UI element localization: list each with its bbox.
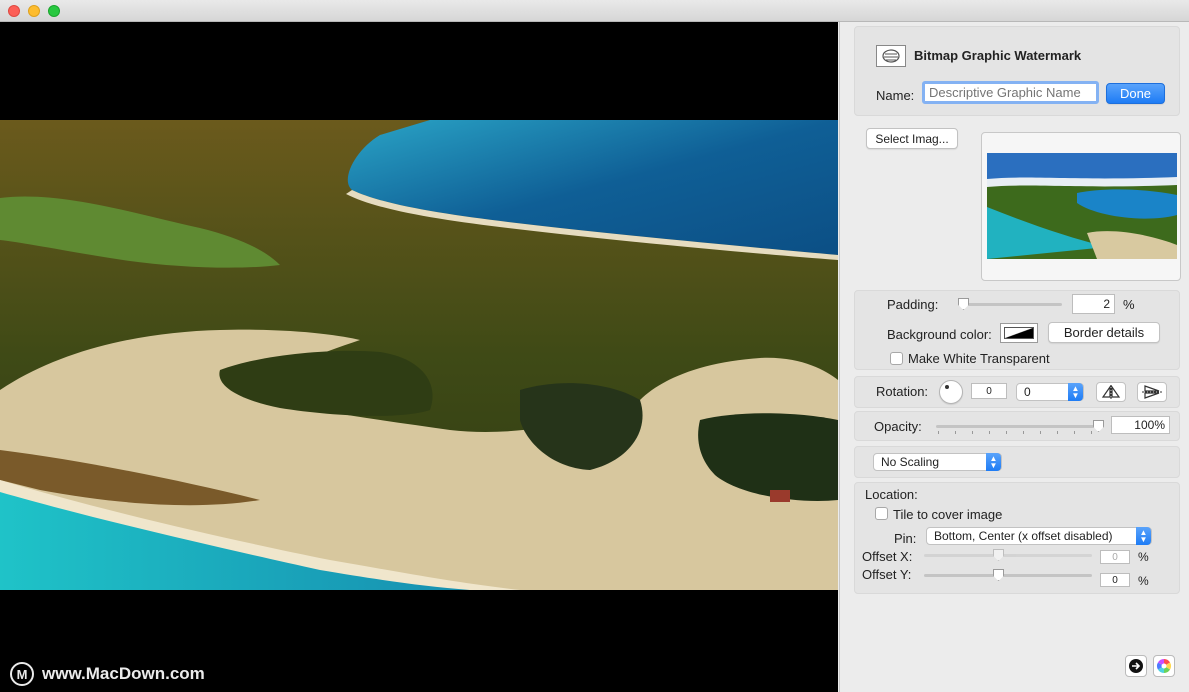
padding-slider[interactable]: [958, 298, 1062, 312]
macdown-logo-icon: M: [10, 662, 34, 686]
scaling-popup-value: No Scaling: [881, 455, 940, 469]
image-group: Select Imag...: [854, 126, 1181, 284]
inspector-panel: Bitmap Graphic Watermark Name: Done Sele…: [839, 22, 1189, 692]
graphic-name-input[interactable]: [922, 81, 1099, 104]
pin-popup-value: Bottom, Center (x offset disabled): [934, 529, 1113, 543]
opacity-label: Opacity:: [874, 419, 922, 434]
padding-slider-thumb[interactable]: [958, 298, 969, 310]
minimize-window-button[interactable]: [28, 5, 40, 17]
tile-to-cover-label: Tile to cover image: [893, 507, 1003, 522]
close-window-button[interactable]: [8, 5, 20, 17]
padding-group: Padding: 2 % Background color: Border de…: [854, 290, 1180, 370]
offset-x-slider[interactable]: [924, 549, 1092, 563]
padding-label: Padding:: [887, 297, 939, 312]
opacity-group: Opacity: 100%: [854, 411, 1180, 441]
flip-vertical-button[interactable]: [1137, 382, 1167, 402]
offset-y-field[interactable]: 0: [1100, 573, 1130, 587]
next-button[interactable]: [1125, 655, 1147, 677]
done-button[interactable]: Done: [1106, 83, 1165, 104]
flip-vertical-icon: [1142, 385, 1162, 399]
rotation-popup[interactable]: 0 ▲ ▼: [1016, 383, 1084, 401]
photo-preview: [0, 120, 838, 590]
image-preview-well[interactable]: [981, 132, 1181, 281]
name-label: Name:: [876, 88, 915, 103]
padding-unit: %: [1123, 297, 1135, 312]
background-color-label: Background color:: [887, 327, 992, 342]
make-white-transparent-checkbox[interactable]: [890, 352, 903, 365]
background-color-well[interactable]: [1000, 323, 1038, 343]
watermark-text: www.MacDown.com: [42, 664, 205, 683]
offset-x-field[interactable]: 0: [1100, 550, 1130, 564]
rotation-popup-value: 0: [1024, 385, 1031, 399]
watermark-graphic-icon: [876, 45, 906, 67]
pin-popup[interactable]: Bottom, Center (x offset disabled) ▲ ▼: [926, 527, 1152, 545]
title-bar: [0, 0, 1189, 22]
rotation-field[interactable]: 0: [971, 383, 1007, 399]
offset-y-slider-thumb[interactable]: [993, 569, 1004, 581]
location-label: Location:: [865, 487, 918, 502]
make-white-transparent-label: Make White Transparent: [908, 351, 1050, 366]
offset-y-unit: %: [1138, 574, 1149, 588]
offset-x-label: Offset X:: [862, 549, 913, 564]
border-details-button[interactable]: Border details: [1048, 322, 1160, 343]
chevron-updown-icon: ▲ ▼: [1068, 383, 1083, 401]
app-window: M www.MacDown.com Bitmap Graphic Waterma…: [0, 0, 1189, 692]
color-picker-button[interactable]: [1153, 655, 1175, 677]
flip-horizontal-button[interactable]: [1096, 382, 1126, 402]
arrow-right-icon: [1129, 659, 1143, 673]
site-watermark: M www.MacDown.com: [10, 662, 205, 686]
tile-to-cover-checkbox[interactable]: [875, 507, 888, 520]
preview-thumbnail: [987, 153, 1177, 259]
offset-x-slider-thumb[interactable]: [993, 549, 1004, 561]
image-canvas[interactable]: M www.MacDown.com: [0, 22, 838, 692]
aerial-landscape-photo: [0, 120, 838, 590]
chevron-updown-icon: ▲ ▼: [1136, 527, 1151, 545]
offset-y-slider[interactable]: [924, 569, 1092, 583]
rotation-group: Rotation: 0 0 ▲ ▼: [854, 376, 1180, 408]
opacity-field[interactable]: 100%: [1111, 416, 1170, 434]
offset-y-label: Offset Y:: [862, 567, 912, 582]
flip-horizontal-icon: [1101, 385, 1121, 399]
zoom-window-button[interactable]: [48, 5, 60, 17]
scaling-group: No Scaling ▲ ▼: [854, 446, 1180, 478]
chevron-updown-icon: ▲ ▼: [986, 453, 1001, 471]
select-image-button[interactable]: Select Imag...: [866, 128, 958, 149]
offset-x-unit: %: [1138, 550, 1149, 564]
scaling-popup[interactable]: No Scaling ▲ ▼: [873, 453, 1002, 471]
pin-label: Pin:: [894, 531, 917, 546]
padding-field[interactable]: 2: [1072, 294, 1115, 314]
opacity-slider[interactable]: [936, 420, 1104, 434]
location-group: Location: Tile to cover image Pin: Botto…: [854, 482, 1180, 594]
rotation-label: Rotation:: [876, 384, 929, 399]
color-wheel-icon: [1157, 659, 1171, 673]
rotation-dial[interactable]: [939, 380, 963, 404]
panel-title: Bitmap Graphic Watermark: [914, 48, 1082, 63]
header-group: Bitmap Graphic Watermark Name: Done: [854, 26, 1180, 116]
